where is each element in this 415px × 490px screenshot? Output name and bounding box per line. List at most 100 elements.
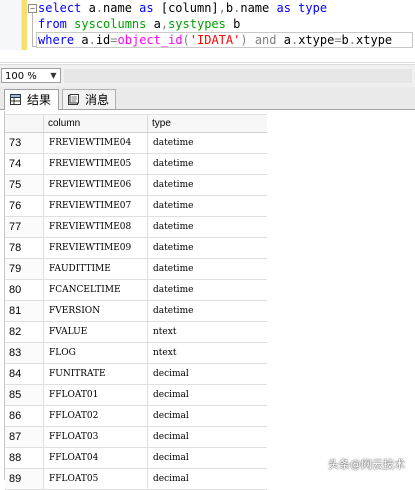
cell-type[interactable]: datetime — [147, 301, 267, 321]
column-header-column[interactable]: column — [43, 115, 147, 132]
cell-column[interactable]: FLOG — [43, 343, 147, 363]
row-number[interactable]: 82 — [5, 322, 43, 342]
row-number[interactable]: 86 — [5, 406, 43, 426]
cell-type[interactable]: decimal — [147, 385, 267, 405]
table-row[interactable]: 80 FCANCELTIME datetime — [5, 280, 267, 301]
code-token: object_id — [117, 33, 183, 47]
code-token: name — [240, 1, 277, 15]
column-header-type[interactable]: type — [147, 115, 267, 132]
row-number[interactable]: 84 — [5, 364, 43, 384]
cell-type[interactable]: datetime — [147, 238, 267, 258]
sql-code[interactable]: select a.name as [column],b.name as type… — [38, 0, 392, 48]
table-row[interactable]: 73 FREVIEWTIME04 datetime — [5, 133, 267, 154]
cell-column[interactable]: FFLOAT04 — [43, 448, 147, 468]
row-number[interactable]: 89 — [5, 469, 43, 489]
code-token: type — [298, 1, 328, 15]
cell-column[interactable]: FREVIEWTIME05 — [43, 154, 147, 174]
sql-editor[interactable]: − select a.name as [column],b.name as ty… — [0, 0, 415, 64]
row-number[interactable]: 87 — [5, 427, 43, 447]
code-token: b — [341, 33, 349, 47]
row-number[interactable]: 81 — [5, 301, 43, 321]
results-tab-bar: 结果 消息 — [0, 87, 415, 110]
code-token: from — [38, 17, 75, 31]
cell-column[interactable]: FVALUE — [43, 322, 147, 342]
code-token: [column] — [160, 1, 219, 15]
cell-type[interactable]: datetime — [147, 133, 267, 153]
table-row[interactable]: 74 FREVIEWTIME05 datetime — [5, 154, 267, 175]
code-line[interactable]: from syscolumns a,systypes b — [38, 16, 392, 32]
code-token: b — [233, 17, 241, 31]
table-row[interactable]: 84 FUNITRATE decimal — [5, 364, 267, 385]
table-row[interactable]: 75 FREVIEWTIME06 datetime — [5, 175, 267, 196]
code-token: ) — [240, 33, 255, 47]
tab-messages[interactable]: 消息 — [62, 89, 116, 109]
table-row[interactable]: 86 FFLOAT02 decimal — [5, 406, 267, 427]
code-token: a — [153, 17, 161, 31]
cell-column[interactable]: FFLOAT03 — [43, 427, 147, 447]
row-number[interactable]: 83 — [5, 343, 43, 363]
tab-messages-label: 消息 — [85, 93, 110, 107]
cell-column[interactable]: FREVIEWTIME07 — [43, 196, 147, 216]
cell-type[interactable]: decimal — [147, 406, 267, 426]
row-number[interactable]: 79 — [5, 259, 43, 279]
zoom-select[interactable]: 100 % ▼ — [1, 68, 61, 83]
table-row[interactable]: 81 FVERSION datetime — [5, 301, 267, 322]
cell-column[interactable]: FCANCELTIME — [43, 280, 147, 300]
chevron-down-icon[interactable]: ▼ — [47, 69, 60, 82]
editor-divider — [0, 62, 415, 63]
cell-type[interactable]: decimal — [147, 364, 267, 384]
cell-column[interactable]: FAUDITTIME — [43, 259, 147, 279]
code-token: , — [218, 1, 226, 15]
cell-type[interactable]: datetime — [147, 280, 267, 300]
row-number[interactable]: 77 — [5, 217, 43, 237]
cell-type[interactable]: datetime — [147, 217, 267, 237]
cell-type[interactable]: decimal — [147, 469, 267, 489]
cell-type[interactable]: decimal — [147, 448, 267, 468]
code-token: = — [110, 33, 118, 47]
tab-results[interactable]: 结果 — [4, 89, 59, 110]
code-token: . — [348, 33, 357, 47]
table-row[interactable]: 77 FREVIEWTIME08 datetime — [5, 217, 267, 238]
row-number[interactable]: 73 — [5, 133, 43, 153]
code-token: id — [95, 33, 111, 47]
row-number[interactable]: 78 — [5, 238, 43, 258]
cell-column[interactable]: FVERSION — [43, 301, 147, 321]
table-row[interactable]: 78 FREVIEWTIME09 datetime — [5, 238, 267, 259]
code-token: . — [88, 33, 96, 47]
cell-column[interactable]: FREVIEWTIME04 — [43, 133, 147, 153]
cell-column[interactable]: FFLOAT05 — [43, 469, 147, 489]
cell-type[interactable]: ntext — [147, 343, 267, 363]
row-number[interactable]: 80 — [5, 280, 43, 300]
row-number[interactable]: 76 — [5, 196, 43, 216]
collapse-toggle-icon[interactable]: − — [28, 4, 37, 13]
table-row[interactable]: 88 FFLOAT04 decimal — [5, 448, 267, 469]
cell-type[interactable]: ntext — [147, 322, 267, 342]
cell-column[interactable]: FFLOAT01 — [43, 385, 147, 405]
cell-type[interactable]: datetime — [147, 259, 267, 279]
cell-column[interactable]: FUNITRATE — [43, 364, 147, 384]
table-row[interactable]: 79 FAUDITTIME datetime — [5, 259, 267, 280]
cell-column[interactable]: FFLOAT02 — [43, 406, 147, 426]
cell-column[interactable]: FREVIEWTIME06 — [43, 175, 147, 195]
table-row[interactable]: 82 FVALUE ntext — [5, 322, 267, 343]
horizontal-scrollbar[interactable] — [64, 69, 412, 83]
row-number[interactable]: 75 — [5, 175, 43, 195]
row-number[interactable]: 85 — [5, 385, 43, 405]
table-row[interactable]: 76 FREVIEWTIME07 datetime — [5, 196, 267, 217]
cell-column[interactable]: FREVIEWTIME09 — [43, 238, 147, 258]
table-row[interactable]: 87 FFLOAT03 decimal — [5, 427, 267, 448]
code-token: a — [283, 33, 291, 47]
row-number[interactable]: 88 — [5, 448, 43, 468]
row-number[interactable]: 74 — [5, 154, 43, 174]
cell-type[interactable]: datetime — [147, 175, 267, 195]
cell-column[interactable]: FREVIEWTIME08 — [43, 217, 147, 237]
table-row[interactable]: 85 FFLOAT01 decimal — [5, 385, 267, 406]
results-grid[interactable]: column type 73 FREVIEWTIME04 datetime 74 FRE… — [4, 111, 267, 490]
cell-type[interactable]: datetime — [147, 196, 267, 216]
cell-type[interactable]: decimal — [147, 427, 267, 447]
table-row[interactable]: 83 FLOG ntext — [5, 343, 267, 364]
grid-rows: 73 FREVIEWTIME04 datetime 74 FREVIEWTIME05 da… — [5, 133, 267, 490]
code-line[interactable]: where a.id=object_id('IDATA') and a.xtyp… — [38, 32, 392, 48]
code-line[interactable]: select a.name as [column],b.name as type — [38, 0, 392, 16]
cell-type[interactable]: datetime — [147, 154, 267, 174]
